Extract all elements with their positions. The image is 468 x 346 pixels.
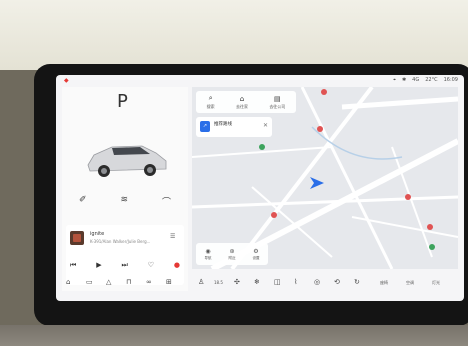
record-icon[interactable]: ●	[174, 261, 180, 270]
song-title: ignite	[90, 231, 105, 237]
status-time: 16:09	[443, 77, 458, 83]
vehicle-image	[87, 145, 167, 177]
dock-label-light[interactable]: 灯光	[432, 280, 440, 286]
dock-label-ac[interactable]: 空调	[406, 280, 414, 286]
trunk-icon[interactable]: ⌒	[162, 195, 171, 208]
wiper-icon[interactable]: ✐	[79, 195, 87, 208]
gear-indicator: P	[117, 91, 128, 112]
favorite-icon[interactable]: ♡	[148, 261, 154, 270]
sync-icon[interactable]: ⟲	[334, 278, 340, 286]
search-icon: ⌕	[208, 94, 213, 102]
vehicle-panel: P ✐ ≋ ⌒ ignite K-391/Alan Walker/Julie B…	[62, 87, 188, 291]
navigate-icon: ◉	[205, 247, 211, 255]
map-action-nearby[interactable]: ⊛ 附近	[229, 248, 236, 261]
go-company-button[interactable]: ▤ 去往公司	[269, 95, 285, 110]
route-card[interactable]: ↗ 推荐路线 ✕	[196, 117, 272, 137]
song-artist: K-391/Alan Walker/Julie Berg...	[90, 239, 151, 244]
navigation-icon[interactable]: △	[106, 278, 111, 286]
nearby-icon: ⊛	[229, 247, 235, 255]
vehicle-controls: ✐ ≋ ⌒	[62, 195, 188, 208]
go-home-button[interactable]: ⌂ 去往家	[236, 95, 248, 110]
recirculation-icon[interactable]: ↻	[354, 278, 360, 286]
infotainment-screen: ◆ ⌖ ✱ 4G 22°C 16:09 P ✐ ≋ ⌒ ignite K-391…	[56, 75, 464, 301]
wall-background	[0, 0, 468, 70]
settings-icon: ⚙	[253, 247, 259, 255]
grid-icon[interactable]: ⊞	[166, 278, 172, 286]
next-icon[interactable]: ⏭	[121, 261, 127, 270]
status-signal: 4G	[412, 77, 420, 83]
bottom-dock: ⌂ ▭ △ ⊓ ∞ ⊞ ♙ 18.5 ✣ ❄ ◫ ⌇ ◎ ⟲ ↻ 座椅 空调 灯…	[56, 273, 464, 293]
map-actions: ◉ 导航 ⊛ 附近 ⚙ 设置	[196, 243, 268, 265]
previous-icon[interactable]: ⏮	[70, 261, 76, 270]
map-search-bar: ⌕ 搜索 ⌂ 去往家 ▤ 去往公司	[196, 91, 296, 113]
playback-controls: ⏮ ▶ ⏭ ♡ ●	[70, 261, 180, 270]
steering-heat-icon[interactable]: ◎	[314, 278, 320, 286]
climate-temperature[interactable]: 18.5	[214, 280, 223, 285]
home-icon: ⌂	[239, 94, 245, 103]
album-cover	[70, 231, 84, 245]
playlist-icon[interactable]: ☰	[170, 233, 175, 240]
airflow-icon[interactable]: ⌇	[294, 278, 297, 286]
close-icon[interactable]: ✕	[263, 122, 268, 129]
ac-icon[interactable]: ❄	[254, 278, 260, 286]
status-temperature: 22°C	[425, 77, 438, 83]
route-icon: ↗	[200, 121, 210, 132]
home-icon[interactable]: ⌂	[66, 278, 70, 286]
status-bar: ◆ ⌖ ✱ 4G 22°C 16:09	[56, 75, 464, 86]
dock-label-seat[interactable]: 座椅	[380, 280, 388, 286]
map-roads	[192, 87, 458, 269]
search-button[interactable]: ⌕ 搜索	[207, 94, 215, 110]
bluetooth-icon: ✱	[401, 77, 407, 83]
map-action-navigate[interactable]: ◉ 导航	[205, 248, 212, 261]
car-icon[interactable]: ⊓	[126, 278, 131, 286]
defrost-icon[interactable]: ◫	[274, 278, 281, 286]
fan-icon[interactable]: ✣	[234, 278, 240, 286]
apps-icon[interactable]: ∞	[146, 278, 152, 286]
play-icon[interactable]: ▶	[96, 261, 101, 270]
defrost-icon[interactable]: ≋	[120, 195, 128, 208]
location-icon: ⌖	[393, 77, 396, 83]
building-icon: ▤	[274, 94, 281, 103]
brand-logo-icon: ◆	[64, 77, 69, 84]
navigation-map[interactable]: ⌕ 搜索 ⌂ 去往家 ▤ 去往公司 ↗ 推荐路线 ✕ ◉ 导航 ⊛ 附近 ⚙ 设…	[192, 87, 458, 269]
media-icon[interactable]: ▭	[86, 278, 93, 286]
seat-icon[interactable]: ♙	[198, 278, 204, 286]
dashboard-trim	[0, 325, 468, 346]
map-action-settings[interactable]: ⚙ 设置	[253, 248, 260, 261]
